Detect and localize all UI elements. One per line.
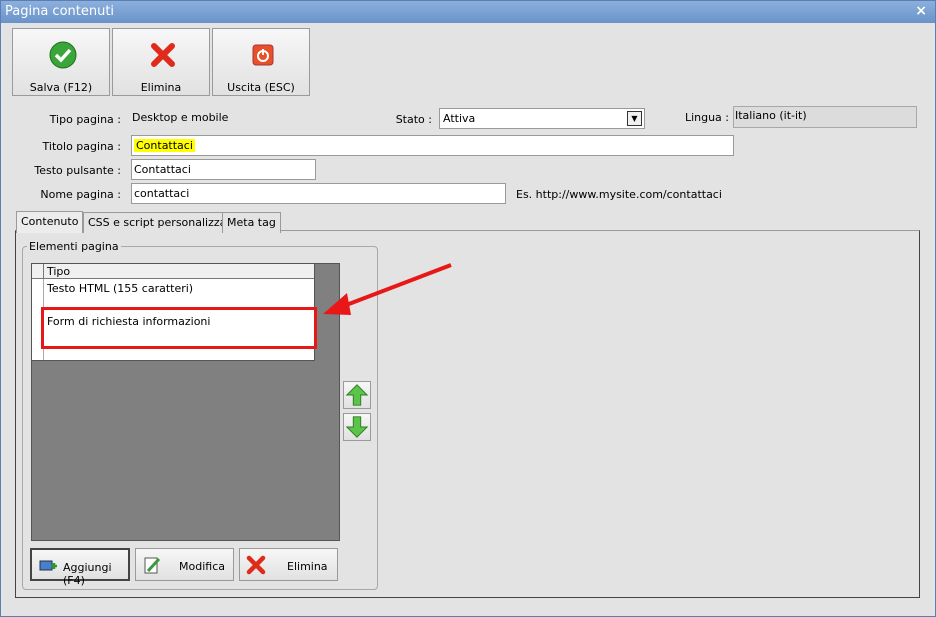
exit-button[interactable]: Uscita (ESC) (212, 28, 310, 96)
stato-value: Attiva (443, 112, 476, 125)
table-row[interactable]: Testo HTML (155 caratteri) (47, 282, 193, 295)
close-icon[interactable]: × (915, 3, 927, 19)
lingua-field: Italiano (it-it) (733, 106, 917, 128)
tab-css-script[interactable]: CSS e script personalizzati (83, 212, 239, 233)
annotation-highlight-box (41, 307, 317, 349)
move-down-button[interactable] (343, 413, 371, 441)
stato-label: Stato : (395, 113, 432, 126)
annotation-arrow-icon (323, 263, 452, 315)
save-label: Salva (F12) (29, 81, 93, 94)
url-example: Es. http://www.mysite.com/contattaci (516, 188, 722, 201)
tab-meta-tag[interactable]: Meta tag (222, 212, 281, 233)
x-icon (151, 43, 175, 67)
title-bar[interactable]: Pagina contenuti × (1, 1, 935, 23)
grid-header-selector (32, 264, 44, 279)
testo-pulsante-label: Testo pulsante : (34, 164, 121, 177)
grid-column-tipo[interactable]: Tipo (47, 265, 70, 278)
titolo-value: Contattaci (134, 139, 195, 152)
arrow-up-icon (345, 384, 369, 406)
tipo-pagina-value: Desktop e mobile (132, 111, 229, 124)
testo-pulsante-value: Contattaci (134, 163, 191, 176)
lingua-label: Lingua : (684, 111, 729, 124)
delete-button[interactable]: Elimina (112, 28, 210, 96)
titolo-input[interactable]: Contattaci (131, 135, 734, 156)
save-button[interactable]: Salva (F12) (12, 28, 110, 96)
delete-label: Elimina (140, 81, 182, 94)
nome-pagina-input[interactable]: contattaci (131, 183, 506, 204)
titolo-label: Titolo pagina : (42, 140, 121, 153)
delete-element-label: Elimina (287, 560, 328, 573)
nome-pagina-value: contattaci (134, 187, 190, 200)
testo-pulsante-input[interactable]: Contattaci (131, 159, 316, 180)
window-title: Pagina contenuti (5, 4, 115, 19)
exit-label: Uscita (ESC) (227, 81, 295, 94)
move-up-button[interactable] (343, 381, 371, 409)
delete-element-button[interactable]: Elimina (239, 548, 338, 581)
arrow-down-icon (345, 416, 369, 438)
power-icon (252, 44, 274, 66)
nome-pagina-label: Nome pagina : (40, 188, 121, 201)
tipo-pagina-label: Tipo pagina : (49, 113, 121, 126)
lingua-value: Italiano (it-it) (735, 109, 807, 122)
grid-header: Tipo (32, 264, 314, 279)
edit-element-button[interactable]: Modifica (135, 548, 234, 581)
window: Pagina contenuti × Salva (F12) Elimina U… (0, 0, 936, 617)
add-element-label: Aggiungi (F4) (63, 561, 112, 587)
edit-element-label: Modifica (179, 560, 225, 573)
checkmark-icon (49, 41, 77, 69)
x-icon (246, 555, 266, 575)
add-item-icon (39, 560, 57, 571)
edit-icon (144, 557, 161, 574)
add-element-button[interactable]: Aggiungi (F4) (30, 548, 130, 587)
elements-group-title: Elementi pagina (27, 240, 121, 253)
tab-contenuto[interactable]: Contenuto (16, 211, 84, 233)
